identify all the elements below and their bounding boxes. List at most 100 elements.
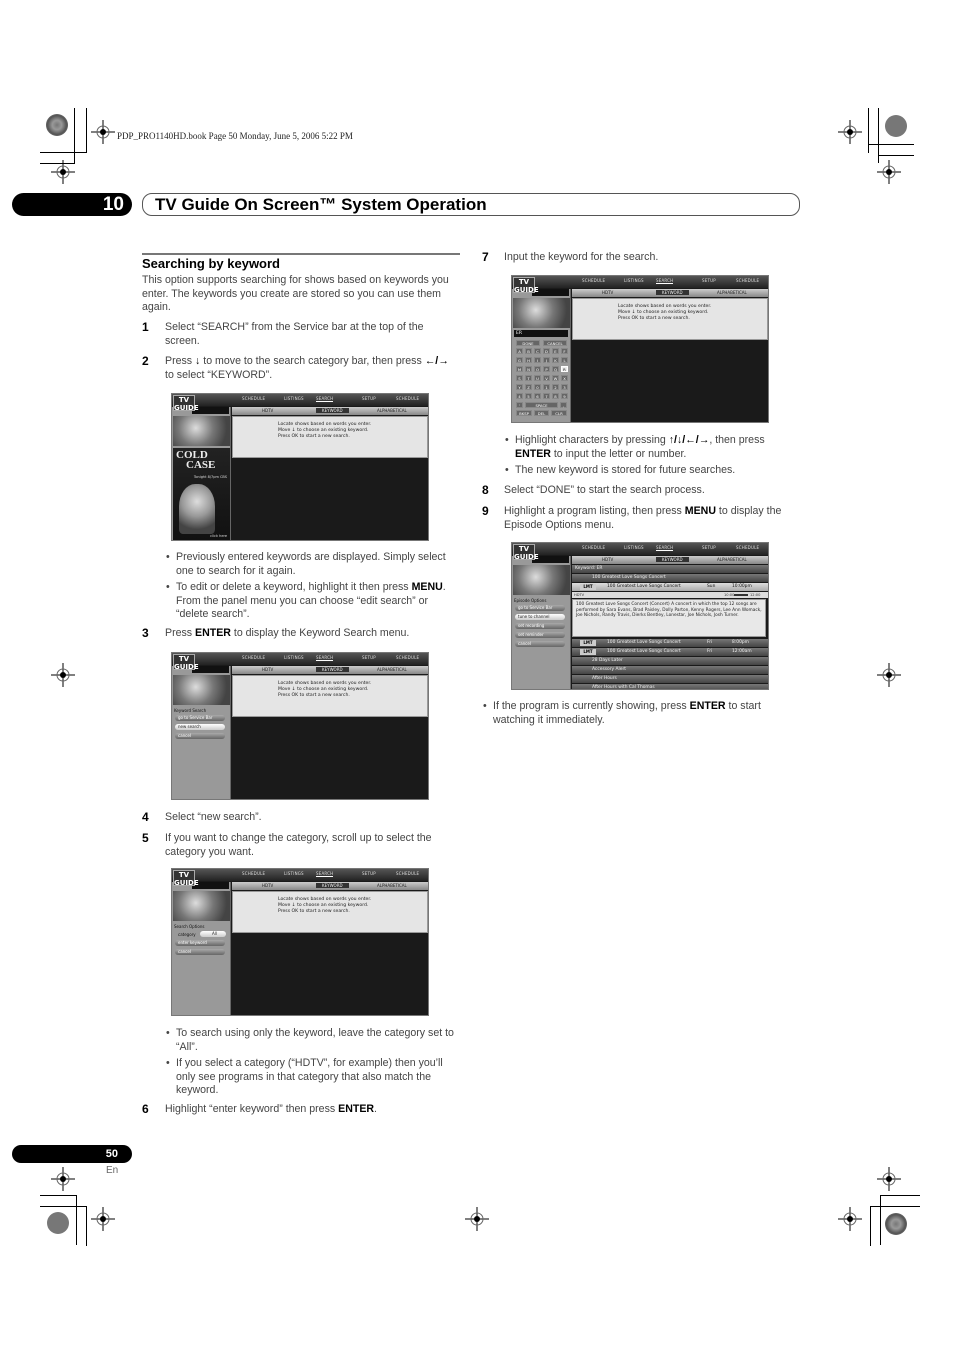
category-item-selected[interactable]: KEYWORD xyxy=(656,557,689,562)
space-key[interactable]: SPACE xyxy=(525,402,558,408)
category-item[interactable]: ALPHABETICAL xyxy=(377,408,407,413)
nav-item-selected[interactable]: SEARCH xyxy=(316,396,334,402)
keyboard-key[interactable]: 9 xyxy=(561,393,568,399)
keyboard-key[interactable]: G xyxy=(516,357,523,363)
menu-item[interactable]: enter keyword xyxy=(175,940,225,946)
category-select[interactable]: All xyxy=(200,931,226,937)
keyboard-key[interactable]: 2 xyxy=(552,384,559,390)
selected-listing-row[interactable]: LMT 100 Greatest Love Songs Concert Sun … xyxy=(572,583,768,591)
keyboard-key[interactable]: ' xyxy=(516,402,523,408)
keyboard-key[interactable]: 3 xyxy=(561,384,568,390)
keyboard-key[interactable]: S xyxy=(516,375,523,381)
menu-item[interactable]: go to Service Bar xyxy=(515,605,565,611)
category-item-selected[interactable]: KEYWORD xyxy=(316,667,349,672)
keyboard-key[interactable]: Y xyxy=(516,384,523,390)
keyboard-key[interactable]: K xyxy=(552,357,559,363)
keyboard-key[interactable]: A xyxy=(516,348,523,354)
keyboard-key[interactable]: 5 xyxy=(525,393,532,399)
keyboard-key[interactable]: R xyxy=(561,366,568,372)
category-item[interactable]: HDTV xyxy=(602,557,613,562)
listing-row[interactable]: After Hours with Cal Thomas xyxy=(572,684,768,689)
nav-item[interactable]: LISTINGS xyxy=(284,655,304,660)
menu-item[interactable]: go to Service Bar xyxy=(175,715,225,721)
ad-panel[interactable]: COLD CASE Tonight 8/7pm CBS click here xyxy=(173,448,230,540)
keyboard-key[interactable]: E xyxy=(552,348,559,354)
keyword-input[interactable]: ER xyxy=(514,330,568,337)
category-item[interactable]: HDTV xyxy=(262,408,273,413)
delete-key[interactable]: DEL xyxy=(534,410,549,416)
keyboard-key[interactable]: D xyxy=(543,348,550,354)
listing-row[interactable]: After Hours xyxy=(572,675,768,683)
nav-item[interactable]: LISTINGS xyxy=(284,396,304,401)
nav-item[interactable]: LISTINGS xyxy=(624,278,644,283)
keyboard-key[interactable]: 7 xyxy=(543,393,550,399)
category-item-selected[interactable]: KEYWORD xyxy=(316,408,349,413)
nav-item[interactable]: SCHEDULE xyxy=(396,655,419,660)
nav-item[interactable]: SETUP xyxy=(362,396,376,401)
keyboard-key[interactable]: P xyxy=(543,366,550,372)
category-item[interactable]: ALPHABETICAL xyxy=(717,557,747,562)
done-button[interactable]: DONE xyxy=(516,340,540,346)
keyboard-key[interactable]: X xyxy=(561,375,568,381)
keyboard-key[interactable]: T xyxy=(525,375,532,381)
nav-item[interactable]: SCHEDULE xyxy=(396,871,419,876)
category-item[interactable]: ALPHABETICAL xyxy=(377,883,407,888)
keyboard-key[interactable]: F xyxy=(561,348,568,354)
nav-item[interactable]: SCHEDULE xyxy=(242,871,265,876)
nav-item-selected[interactable]: SEARCH xyxy=(656,545,674,551)
nav-item[interactable]: SCHEDULE xyxy=(582,278,605,283)
nav-item[interactable]: LISTINGS xyxy=(284,871,304,876)
nav-item-selected[interactable]: SEARCH xyxy=(316,655,334,661)
category-item[interactable]: HDTV xyxy=(602,290,613,295)
nav-item[interactable]: LISTINGS xyxy=(624,545,644,550)
menu-item[interactable]: cancel xyxy=(175,733,225,739)
nav-item-selected[interactable]: SEARCH xyxy=(316,871,334,877)
keyboard-key[interactable]: I xyxy=(534,357,541,363)
keyboard-key[interactable]: B xyxy=(525,348,532,354)
keyboard-key[interactable]: C xyxy=(534,348,541,354)
keyboard-key[interactable]: N xyxy=(525,366,532,372)
menu-item[interactable]: set reminder xyxy=(515,632,565,638)
keyboard-key[interactable]: 0 xyxy=(534,384,541,390)
menu-item[interactable]: cancel xyxy=(175,949,225,955)
category-item[interactable]: ALPHABETICAL xyxy=(377,667,407,672)
keyboard-key[interactable]: 6 xyxy=(534,393,541,399)
category-item[interactable]: ALPHABETICAL xyxy=(717,290,747,295)
nav-item[interactable]: SETUP xyxy=(362,655,376,660)
cancel-button[interactable]: CANCEL xyxy=(543,340,567,346)
keyboard-key[interactable]: W xyxy=(552,375,559,381)
keyboard-key[interactable]: 1 xyxy=(543,384,550,390)
category-item[interactable]: HDTV xyxy=(262,667,273,672)
listing-row[interactable]: LMT 100 Greatest Love Songs Concert Fri … xyxy=(572,648,768,656)
listing-row[interactable]: 28 Days Later xyxy=(572,657,768,665)
keyboard-key[interactable]: M xyxy=(516,366,523,372)
nav-item[interactable]: SETUP xyxy=(702,545,716,550)
category-item-selected[interactable]: KEYWORD xyxy=(316,883,349,888)
keyboard-key[interactable]: H xyxy=(525,357,532,363)
listing-row[interactable]: Accessory Alert xyxy=(572,666,768,674)
nav-item[interactable]: SETUP xyxy=(702,278,716,283)
menu-item[interactable]: cancel xyxy=(515,641,565,647)
keyboard-key[interactable]: 4 xyxy=(516,393,523,399)
keyboard-key[interactable]: U xyxy=(534,375,541,381)
category-item-selected[interactable]: KEYWORD xyxy=(656,290,689,295)
nav-item[interactable]: SCHEDULE xyxy=(242,655,265,660)
category-item[interactable]: HDTV xyxy=(262,883,273,888)
keyboard-key[interactable]: Q xyxy=(552,366,559,372)
keyboard-key[interactable]: V xyxy=(543,375,550,381)
nav-item[interactable]: SCHEDULE xyxy=(736,278,759,283)
nav-item[interactable]: SCHEDULE xyxy=(242,396,265,401)
keyboard-key[interactable]: , xyxy=(560,402,567,408)
keyboard-key[interactable]: O xyxy=(534,366,541,372)
keyboard-key[interactable]: 8 xyxy=(552,393,559,399)
menu-item-highlighted[interactable]: new search xyxy=(175,724,225,730)
nav-item-selected[interactable]: SEARCH xyxy=(656,278,674,284)
nav-item[interactable]: SCHEDULE xyxy=(396,396,419,401)
listing-row[interactable]: LMT 100 Greatest Love Songs Concert Fri … xyxy=(572,639,768,647)
keyboard-key[interactable]: Z xyxy=(525,384,532,390)
keyboard-key[interactable]: L xyxy=(561,357,568,363)
menu-item-highlighted[interactable]: tune to channel xyxy=(515,614,565,620)
nav-item[interactable]: SCHEDULE xyxy=(736,545,759,550)
keyboard-key[interactable]: J xyxy=(543,357,550,363)
backspace-key[interactable]: BKSP xyxy=(516,410,532,416)
